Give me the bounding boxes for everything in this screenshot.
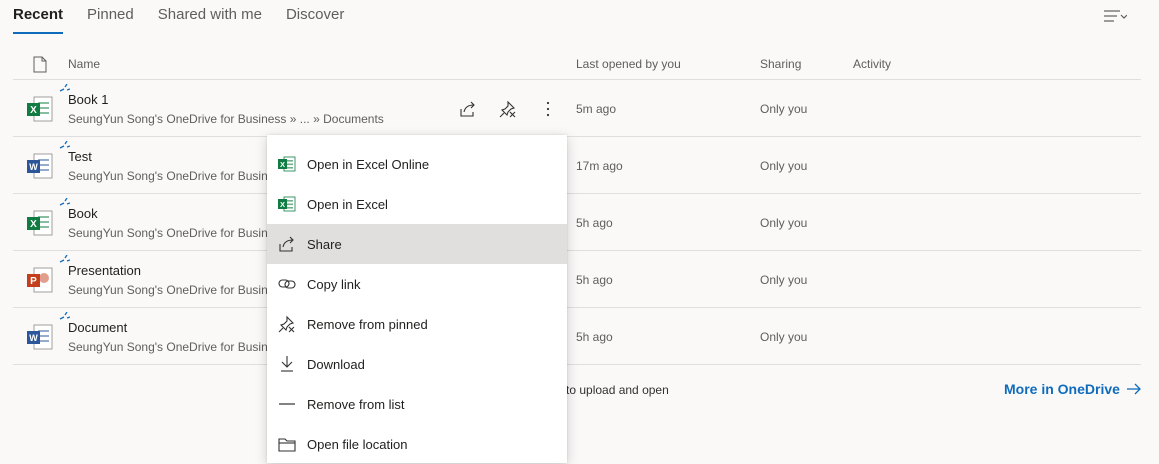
svg-text:W: W — [29, 162, 38, 172]
menu-item-label: Open in Excel Online — [307, 156, 430, 172]
upload-hint: to upload and open — [566, 383, 669, 397]
sort-lines-icon — [1104, 10, 1128, 22]
arrow-right-icon — [1126, 383, 1141, 395]
menu-item-label: Share — [307, 236, 342, 252]
svg-text:X: X — [30, 219, 37, 230]
svg-text:X: X — [280, 200, 285, 209]
file-name[interactable]: Document — [68, 320, 127, 335]
more-vertical-icon — [546, 101, 550, 117]
column-last-opened[interactable]: Last opened by you — [576, 57, 681, 71]
menu-item-open-in-excel-online[interactable]: X Open in Excel Online — [267, 144, 567, 184]
share-icon — [278, 235, 296, 253]
table-row[interactable]: X Book SeungYun Song's OneDrive for Busi… — [13, 194, 1141, 251]
download-icon — [278, 355, 296, 373]
file-name[interactable]: Test — [68, 149, 92, 164]
menu-item-label: Open file location — [307, 436, 408, 452]
menu-item-label: Open in Excel — [307, 196, 388, 212]
folder-icon — [278, 435, 296, 453]
svg-text:X: X — [30, 105, 37, 116]
file-name[interactable]: Book — [68, 206, 98, 221]
svg-text:X: X — [280, 160, 285, 169]
row-unpin-button[interactable] — [496, 99, 520, 119]
more-in-onedrive-label: More in OneDrive — [1004, 381, 1120, 397]
column-name[interactable]: Name — [68, 57, 100, 71]
file-path: SeungYun Song's OneDrive for Business — [68, 226, 268, 240]
table-row[interactable]: X Book 1 SeungYun Song's OneDrive for Bu… — [13, 80, 1141, 137]
tab-shared-with-me[interactable]: Shared with me — [158, 0, 262, 32]
row-more-button[interactable] — [536, 99, 560, 119]
sharing-status: Only you — [760, 159, 808, 173]
excel-icon: X — [278, 155, 296, 173]
table-row[interactable]: W Test SeungYun Song's OneDrive for Busi… — [13, 137, 1141, 194]
svg-text:W: W — [29, 333, 38, 343]
more-in-onedrive-link[interactable]: More in OneDrive — [1004, 381, 1142, 397]
file-list-header: Name Last opened by you Sharing Activity — [13, 46, 1141, 80]
column-sharing[interactable]: Sharing — [760, 57, 801, 71]
remove-icon — [278, 395, 296, 413]
sharing-status: Only you — [760, 330, 808, 344]
context-menu: X Open in Excel Online X Open in Excel S… — [267, 135, 567, 463]
sharing-status: Only you — [760, 216, 808, 230]
menu-item-share[interactable]: Share — [267, 224, 567, 264]
link-icon — [278, 275, 296, 293]
row-share-button[interactable] — [456, 99, 480, 119]
menu-item-open-file-location[interactable]: Open file location — [267, 424, 567, 464]
file-name[interactable]: Presentation — [68, 263, 141, 278]
menu-item-label: Remove from list — [307, 396, 405, 412]
table-row[interactable]: P Presentation SeungYun Song's OneDrive … — [13, 251, 1141, 308]
last-opened: 5h ago — [576, 330, 613, 344]
last-opened: 5h ago — [576, 216, 613, 230]
column-activity[interactable]: Activity — [853, 57, 891, 71]
menu-item-remove-from-list[interactable]: Remove from list — [267, 384, 567, 424]
excel-file-icon: X — [27, 96, 53, 122]
sharing-status: Only you — [760, 273, 808, 287]
file-path: SeungYun Song's OneDrive for Business — [68, 283, 268, 297]
menu-item-copy-link[interactable]: Copy link — [267, 264, 567, 304]
unpin-icon — [278, 315, 296, 333]
file-name[interactable]: Book 1 — [68, 92, 108, 107]
file-type-icon — [33, 56, 47, 73]
file-path: SeungYun Song's OneDrive for Business — [68, 169, 268, 183]
file-path: SeungYun Song's OneDrive for Business — [68, 340, 268, 354]
tab-bar: Recent Pinned Shared with me Discover — [13, 0, 368, 34]
menu-item-download[interactable]: Download — [267, 344, 567, 384]
word-file-icon: W — [27, 324, 53, 350]
menu-item-label: Remove from pinned — [307, 316, 428, 332]
excel-icon: X — [278, 195, 296, 213]
svg-text:P: P — [30, 276, 37, 287]
last-opened: 5h ago — [576, 273, 613, 287]
menu-item-open-in-excel[interactable]: X Open in Excel — [267, 184, 567, 224]
unpin-icon — [499, 100, 516, 118]
share-icon — [460, 101, 475, 117]
sharing-status: Only you — [760, 102, 808, 116]
file-path: SeungYun Song's OneDrive for Business » … — [68, 112, 384, 126]
last-opened: 5m ago — [576, 102, 617, 116]
menu-item-label: Copy link — [307, 276, 361, 292]
tab-recent[interactable]: Recent — [13, 0, 64, 34]
menu-item-remove-from-pinned[interactable]: Remove from pinned — [267, 304, 567, 344]
powerpoint-file-icon: P — [27, 267, 53, 293]
tab-discover[interactable]: Discover — [286, 0, 344, 32]
table-row[interactable]: W Document SeungYun Song's OneDrive for … — [13, 308, 1141, 365]
menu-item-label: Download — [307, 356, 365, 372]
row-actions — [456, 99, 576, 119]
tab-pinned[interactable]: Pinned — [87, 0, 134, 32]
last-opened: 17m ago — [576, 159, 623, 173]
word-file-icon: W — [27, 153, 53, 179]
excel-file-icon: X — [27, 210, 53, 236]
sort-button[interactable] — [1103, 8, 1137, 26]
